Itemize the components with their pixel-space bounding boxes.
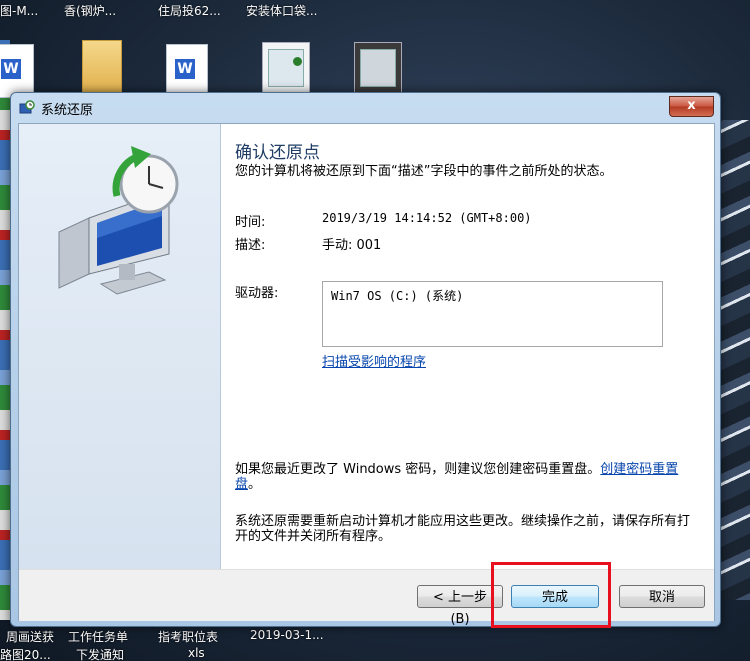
confirm-description: 您的计算机将被还原到下面“描述”字段中的事件之前所处的状态。 [235, 164, 613, 179]
desktop-label[interactable]: 下发通知 [76, 646, 124, 661]
drive-item[interactable]: Win7 OS (C:) (系统) [331, 287, 463, 304]
desktop-label[interactable]: 路图20... [0, 646, 51, 661]
desktop-label[interactable]: 2019-03-1... [250, 628, 324, 642]
close-icon: x [687, 98, 696, 113]
folder-icon[interactable] [82, 40, 122, 94]
page-title: 确认还原点 [235, 143, 320, 163]
screenshot-file-icon[interactable] [262, 42, 310, 96]
drive-list[interactable]: Win7 OS (C:) (系统) [322, 281, 663, 347]
window-client-area: 确认还原点 您的计算机将被还原到下面“描述”字段中的事件之前所处的状态。 时间:… [18, 123, 715, 627]
title-bar[interactable]: 系统还原 x [11, 93, 720, 123]
desktop-label[interactable]: 图-M... [0, 2, 38, 19]
left-banner-panel [19, 124, 221, 569]
desktop-label[interactable]: xls [188, 646, 205, 660]
window-title: 系统还原 [41, 103, 94, 118]
desktop-label[interactable]: 安装体口袋... [246, 2, 317, 19]
word-document-icon[interactable]: W [0, 44, 34, 98]
drive-label: 驱动器: [235, 286, 279, 301]
password-notice-text: 如果您最近更改了 Windows 密码，则建议您创建密码重置盘。 [235, 462, 601, 477]
scan-affected-programs-link[interactable]: 扫描受影响的程序 [322, 351, 426, 370]
desktop-bottom-labels: 周画送获 工作任务单 指考职位表 2019-03-1... 路图20... 下发… [0, 628, 750, 661]
description-value: 手动: 001 [322, 238, 382, 253]
confirm-panel: 确认还原点 您的计算机将被还原到下面“描述”字段中的事件之前所处的状态。 时间:… [235, 124, 705, 569]
cancel-button[interactable]: 取消 [619, 585, 705, 608]
system-restore-computer-icon [58, 146, 179, 295]
desktop-label[interactable]: 周画送获 [6, 628, 54, 645]
description-label: 描述: [235, 238, 266, 253]
system-restore-window: 系统还原 x 确认还原点 您的计算机将被还原到下面“描述”字段中的事件之前所处的… [10, 92, 721, 627]
screenshot-file-icon[interactable] [354, 42, 402, 96]
desktop-top-labels: 图-M... 香(钢炉... 住局投62... 安装体口袋... [0, 0, 750, 20]
system-restore-icon [19, 100, 35, 114]
time-value: 2019/3/19 14:14:52 (GMT+8:00) [322, 211, 532, 225]
desktop-label[interactable]: 工作任务单 [68, 628, 128, 645]
password-notice-end: 。 [248, 477, 262, 492]
restart-notice: 系统还原需要重新启动计算机才能应用这些更改。继续操作之前，请保存所有打开的文件并… [235, 514, 691, 544]
time-label: 时间: [235, 215, 266, 230]
close-button[interactable]: x [669, 96, 714, 117]
finish-button-highlight [491, 562, 611, 628]
word-letter: W [1, 59, 21, 79]
desktop-label[interactable]: 指考职位表 [158, 628, 218, 645]
password-reset-notice: 如果您最近更改了 Windows 密码，则建议您创建密码重置盘。创建密码重置盘。 [235, 462, 697, 492]
desktop-left-edge [0, 40, 10, 620]
word-document-icon[interactable]: W [166, 44, 208, 98]
desktop-label[interactable]: 香(钢炉... [64, 2, 116, 19]
word-letter: W [175, 59, 195, 79]
desktop-label[interactable]: 住局投62... [158, 2, 221, 19]
